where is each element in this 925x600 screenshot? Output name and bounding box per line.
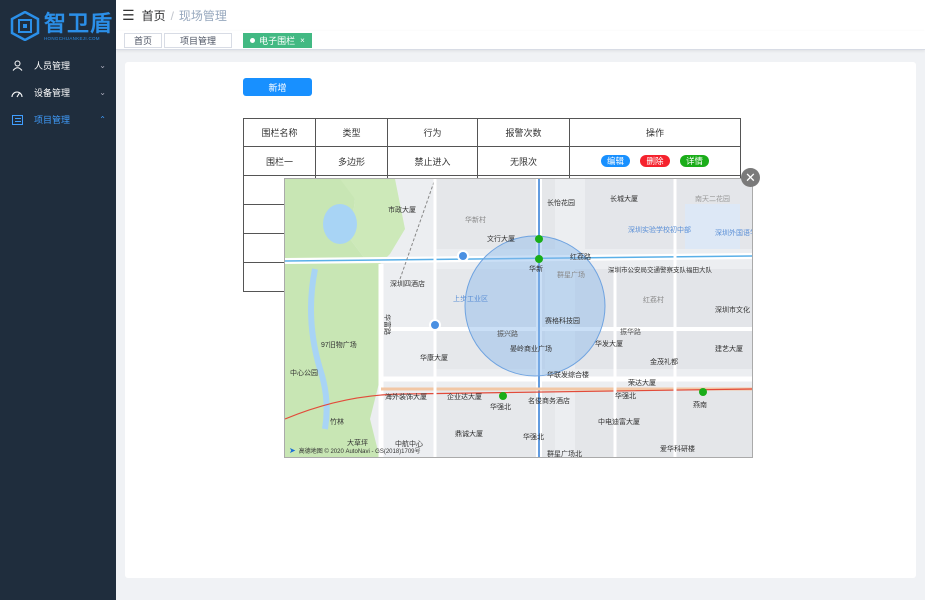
shield-logo-icon <box>10 11 40 41</box>
sidebar-item-personnel[interactable]: 人员管理 ⌄ <box>0 52 116 79</box>
map-attribution: ➤ 高德地图 © 2020 AutoNavi - GS(2018)1709号 <box>289 446 421 455</box>
map-label: 中心公园 <box>290 368 318 377</box>
cell-name: 围栏一 <box>243 146 316 176</box>
map-label: 中电迪富大厦 <box>598 417 640 426</box>
tag-label: 首页 <box>133 36 152 46</box>
sidebar-item-label: 人员管理 <box>34 61 71 71</box>
map-label: 鼎诚大厦 <box>455 429 483 438</box>
map-label: 赛格科技园 <box>545 316 580 325</box>
sidebar-item-projects[interactable]: 项目管理 ⌃ <box>0 106 116 133</box>
sidebar-item-label: 项目管理 <box>34 115 71 125</box>
brand-title: 智卫盾 <box>44 10 114 36</box>
table-row: 围栏一 多边形 禁止进入 无限次 编辑 删除 详情 <box>243 146 741 176</box>
map-label: 群星广场北 <box>547 449 582 458</box>
map-canvas[interactable]: 市政大厦 华新村 文行大厦 长怡花园 长城大厦 南天二花园 深圳实验学校初中部 … <box>285 179 753 458</box>
chevron-up-icon: ⌃ <box>99 115 106 124</box>
close-map-button[interactable]: ✕ <box>741 168 760 187</box>
cell-alarms: 无限次 <box>477 146 570 176</box>
map-label: 燕南 <box>693 400 707 409</box>
list-icon <box>11 114 23 126</box>
chevron-down-icon: ⌄ <box>99 88 106 97</box>
cell-type: 多边形 <box>315 146 388 176</box>
map-label: 红荔村 <box>643 295 664 304</box>
map-label: 华发大厦 <box>595 339 623 348</box>
map-label: 长怡花园 <box>547 198 575 207</box>
map-label: 建艺大厦 <box>715 344 743 353</box>
active-dot-icon <box>250 38 256 43</box>
map-label: 华强北 <box>615 391 636 400</box>
delete-button[interactable]: 删除 <box>640 155 670 167</box>
breadcrumb-separator: / <box>170 8 174 23</box>
map-label: 长城大厦 <box>610 194 638 203</box>
table-header-row: 围栏名称 类型 行为 报警次数 操作 <box>243 118 741 147</box>
map-label: 群星广场 <box>557 270 585 279</box>
map-label: 深圳市文化 <box>715 305 750 314</box>
map-label: 华富路 <box>383 314 392 335</box>
map-label: 振兴路 <box>497 329 518 338</box>
map-label: 上步工业区 <box>453 294 488 303</box>
map-label: 荣达大厦 <box>628 378 656 387</box>
map-label: 华新村 <box>465 215 486 224</box>
map-label: 深圳市公安局交通警察支队福田大队 <box>608 265 713 274</box>
sidebar-item-label: 设备管理 <box>34 88 71 98</box>
dashboard-icon <box>11 87 23 99</box>
map-label: 华强北 <box>490 402 511 411</box>
tag-label: 电子围栏 <box>259 36 296 46</box>
map-label: 97旧物广场 <box>321 340 357 349</box>
map-label: 南天二花园 <box>695 194 730 203</box>
map-label: 华新 <box>529 264 543 273</box>
fence-map[interactable]: 市政大厦 华新村 文行大厦 长怡花园 长城大厦 南天二花园 深圳实验学校初中部 … <box>284 178 753 458</box>
attribution-text: 高德地图 © 2020 AutoNavi - GS(2018)1709号 <box>298 449 421 455</box>
breadcrumb-home[interactable]: 首页 <box>142 7 166 24</box>
map-label: 深圳四酒店 <box>390 279 425 288</box>
map-label: 华强北 <box>523 432 544 441</box>
column-header: 报警次数 <box>477 118 570 147</box>
map-label: 深圳实验学校初中部 <box>628 225 691 234</box>
close-icon[interactable]: × <box>300 36 305 45</box>
column-header: 类型 <box>315 118 388 147</box>
map-label: 文行大厦 <box>487 234 515 243</box>
tag-project-management[interactable]: 项目管理 <box>164 33 232 48</box>
tag-home[interactable]: 首页 <box>124 33 162 48</box>
detail-button[interactable]: 详情 <box>680 155 710 167</box>
brand-subtitle: HONGCHUANKEJI.COM <box>44 35 100 41</box>
cell-ops: 编辑 删除 详情 <box>569 146 741 176</box>
map-label: 市政大厦 <box>388 205 416 214</box>
edit-button[interactable]: 编辑 <box>600 155 630 167</box>
map-label: 振华路 <box>620 327 641 336</box>
tags-view-bar: 首页 项目管理 电子围栏 × <box>116 31 925 50</box>
map-label: 竹林 <box>330 417 344 426</box>
sidebar-item-devices[interactable]: 设备管理 ⌄ <box>0 79 116 106</box>
user-icon <box>11 60 23 72</box>
cell-action: 禁止进入 <box>387 146 478 176</box>
sidebar: 智卫盾 HONGCHUANKEJI.COM 人员管理 ⌄ 设备管理 ⌄ 项目管理… <box>0 0 116 600</box>
chevron-down-icon: ⌄ <box>99 61 106 70</box>
hamburger-icon[interactable]: ☰ <box>122 7 135 24</box>
map-label: 深圳外国语学校初中 <box>715 228 753 237</box>
column-header: 行为 <box>387 118 478 147</box>
breadcrumb-current: 现场管理 <box>178 9 227 23</box>
map-label: 海外装饰大厦 <box>385 392 427 401</box>
map-label: 金茂礼都 <box>650 357 678 366</box>
column-header: 操作 <box>569 118 741 147</box>
map-label: 红荔路 <box>570 252 591 261</box>
map-label: 名俊商务酒店 <box>528 396 570 405</box>
top-navbar: ☰ 首页 / 现场管理 <box>116 0 925 31</box>
map-label: 企业达大厦 <box>447 392 482 401</box>
map-label: 华联发综合楼 <box>547 370 589 379</box>
map-label: 晏岭商业广场 <box>510 344 552 353</box>
brand-logo[interactable]: 智卫盾 HONGCHUANKEJI.COM <box>0 0 116 52</box>
tag-label: 项目管理 <box>179 36 216 46</box>
tag-e-fence[interactable]: 电子围栏 × <box>243 33 312 48</box>
map-label: 爱华科研楼 <box>660 444 695 453</box>
column-header: 围栏名称 <box>243 118 316 147</box>
navigation-arrow-icon: ➤ <box>289 446 296 455</box>
add-button[interactable]: 新增 <box>243 78 312 96</box>
map-label: 华康大厦 <box>420 353 448 362</box>
